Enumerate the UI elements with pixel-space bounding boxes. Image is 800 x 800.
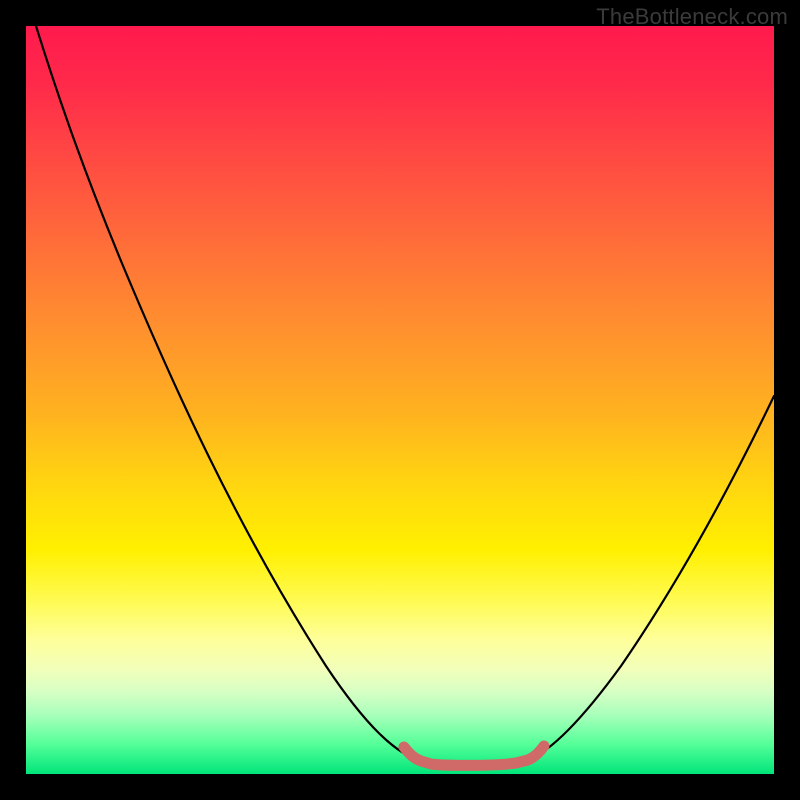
optimal-zone-path: [404, 746, 544, 765]
bottleneck-curve: [26, 26, 774, 774]
watermark-text: TheBottleneck.com: [596, 4, 788, 30]
curve-path: [36, 26, 774, 765]
plot-area: [26, 26, 774, 774]
chart-frame: TheBottleneck.com: [0, 0, 800, 800]
